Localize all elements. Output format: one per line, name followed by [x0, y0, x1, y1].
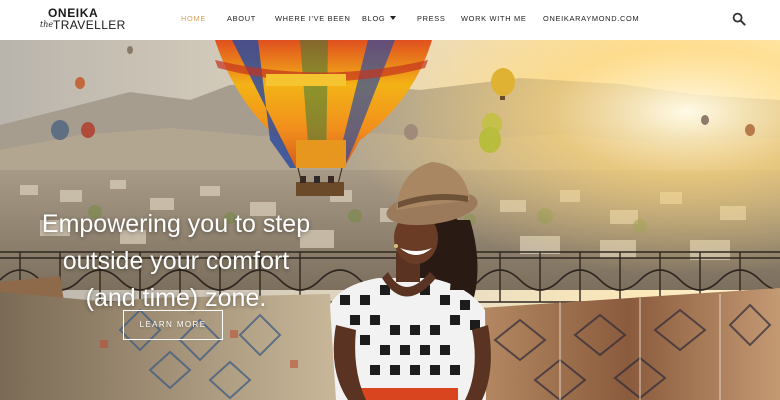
hero-headline-line-2: outside your comfort	[62, 247, 290, 275]
page: ONEIKA the TRAVELLER HOME ABOUT WHERE I'…	[0, 0, 780, 400]
nav-item-where-ive-been[interactable]: WHERE I'VE BEEN	[275, 13, 351, 25]
hero-headline-line-1: Empowering you to step	[41, 210, 311, 238]
nav-item-press[interactable]: PRESS	[417, 13, 446, 25]
search-button[interactable]	[732, 12, 746, 26]
nav-item-blog[interactable]: BLOG	[362, 13, 397, 25]
nav-item-oneikaraymond[interactable]: ONEIKARAYMOND.COM	[543, 13, 639, 25]
hero-banner: Empowering you to step outside your comf…	[0, 40, 780, 400]
main-nav: HOME ABOUT WHERE I'VE BEEN BLOG PRESS WO…	[0, 0, 780, 40]
site-header: ONEIKA the TRAVELLER HOME ABOUT WHERE I'…	[0, 0, 780, 40]
search-icon	[732, 12, 746, 26]
hero-headline: Empowering you to step outside your comf…	[26, 206, 326, 317]
nav-item-home[interactable]: HOME	[181, 13, 206, 25]
nav-item-blog-label: BLOG	[362, 14, 386, 23]
nav-item-work-with-me[interactable]: WORK WITH ME	[461, 13, 526, 25]
nav-item-about[interactable]: ABOUT	[227, 13, 256, 25]
learn-more-button[interactable]: LEARN MORE	[123, 310, 223, 340]
chevron-down-icon	[390, 16, 397, 20]
